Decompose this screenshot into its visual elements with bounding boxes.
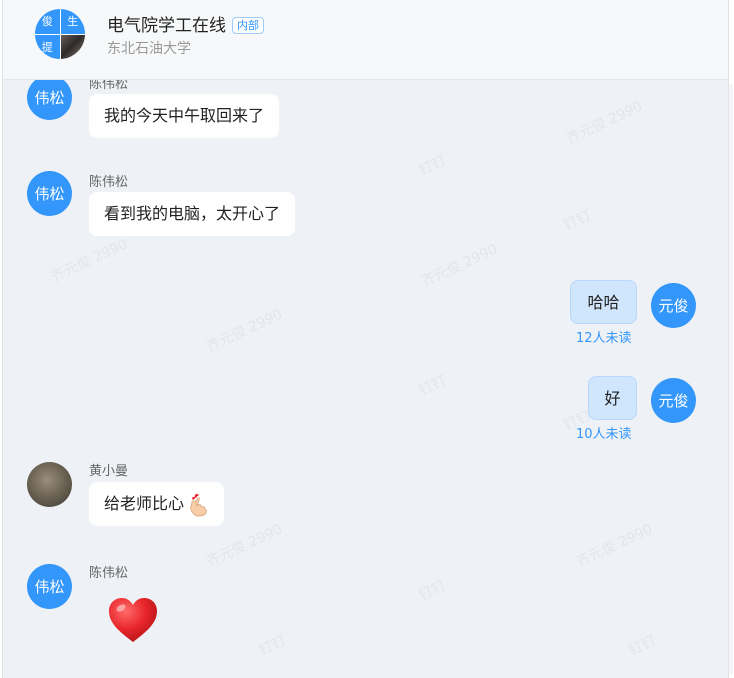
sender-name: 陈伟松 xyxy=(89,566,129,581)
group-subtitle: 东北石油大学 xyxy=(107,41,191,57)
red-heart-icon[interactable] xyxy=(107,596,159,644)
watermark: 齐元俊 2990 xyxy=(418,241,501,291)
watermark: 钉钉 xyxy=(416,152,449,180)
group-avatar-cell: 生 xyxy=(60,9,85,34)
finger-heart-icon xyxy=(190,493,207,516)
watermark-short: 钉钉 xyxy=(626,632,659,660)
scrollbar[interactable] xyxy=(729,84,733,674)
my-message-bubble[interactable]: 好 xyxy=(588,376,637,420)
watermark-short: 钉钉 xyxy=(256,632,289,660)
group-title-text: 电气院学工在线 xyxy=(107,16,226,36)
group-avatar[interactable]: 俊 生 提 xyxy=(35,9,85,59)
message-bubble[interactable]: 看到我的电脑，太开心了 xyxy=(89,192,296,236)
my-avatar[interactable]: 元俊 xyxy=(651,283,696,328)
read-status[interactable]: 10人未读 xyxy=(576,423,632,442)
sender-avatar-photo[interactable] xyxy=(27,462,72,507)
sender-avatar[interactable]: 伟松 xyxy=(27,80,72,120)
group-avatar-cell: 提 xyxy=(35,34,60,59)
message-bubble[interactable]: 给老师比心 xyxy=(89,482,225,526)
sender-name: 黄小曼 xyxy=(89,464,129,479)
message-list[interactable]: 齐元俊 2990 钉钉 齐元俊 2990 钉钉 齐元俊 2990 齐元俊 299… xyxy=(3,80,728,678)
my-avatar[interactable]: 元俊 xyxy=(651,378,696,423)
watermark: 齐元俊 2990 xyxy=(573,521,656,571)
sender-name: 陈伟松 xyxy=(89,80,129,92)
sender-avatar[interactable]: 伟松 xyxy=(27,171,72,216)
watermark: 齐元俊 2990 xyxy=(48,236,131,286)
message-bubble[interactable]: 我的今天中午取回来了 xyxy=(89,94,280,138)
group-avatar-cell: 俊 xyxy=(35,9,60,34)
internal-badge: 内部 xyxy=(232,17,264,34)
watermark: 齐元俊 2990 xyxy=(203,306,286,356)
my-message-bubble[interactable]: 哈哈 xyxy=(570,280,637,324)
watermark: 齐元俊 2990 xyxy=(203,521,286,571)
sender-avatar[interactable]: 伟松 xyxy=(27,564,72,609)
group-avatar-photo xyxy=(60,34,85,59)
read-status[interactable]: 12人未读 xyxy=(576,327,632,346)
chat-header: 俊 生 提 电气院学工在线 内部 东北石油大学 xyxy=(3,0,728,80)
watermark-short: 钉钉 xyxy=(416,577,449,605)
message-text: 给老师比心 xyxy=(104,494,185,513)
chat-window: 俊 生 提 电气院学工在线 内部 东北石油大学 齐元俊 2990 钉钉 齐元俊 2… xyxy=(2,0,729,678)
watermark: 齐元俊 2990 xyxy=(563,98,646,148)
sender-name: 陈伟松 xyxy=(89,175,129,190)
watermark-short: 钉钉 xyxy=(416,372,449,400)
watermark-short: 钉钉 xyxy=(561,207,594,235)
group-title[interactable]: 电气院学工在线 内部 xyxy=(107,11,264,36)
